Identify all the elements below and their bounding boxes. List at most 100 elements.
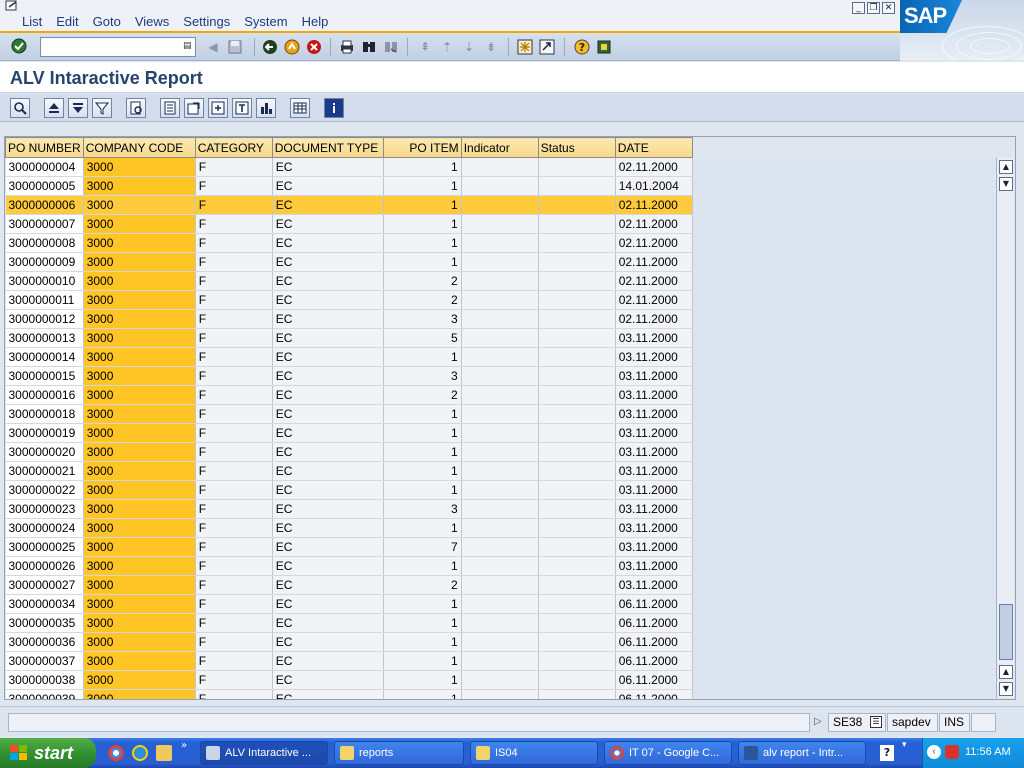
- cell-company-code[interactable]: 3000: [83, 518, 196, 538]
- cell-category[interactable]: F: [195, 480, 273, 500]
- cell-indicator[interactable]: [461, 537, 539, 557]
- cell-company-code[interactable]: 3000: [83, 404, 196, 424]
- cell-po-item[interactable]: 2: [383, 290, 462, 310]
- cell-document-type[interactable]: EC: [272, 670, 384, 690]
- system-info-icon[interactable]: ☰: [870, 716, 882, 728]
- cell-po-item[interactable]: 1: [383, 594, 462, 614]
- cell-po-item[interactable]: 3: [383, 499, 462, 519]
- column-header-status[interactable]: Status: [537, 137, 616, 158]
- cell-indicator[interactable]: [461, 556, 539, 576]
- cell-category[interactable]: F: [195, 252, 273, 272]
- cell-status[interactable]: [538, 480, 616, 500]
- cell-document-type[interactable]: EC: [272, 290, 384, 310]
- export-spreadsheet-icon[interactable]: [160, 98, 180, 118]
- cell-indicator[interactable]: [461, 575, 539, 595]
- cell-indicator[interactable]: [461, 461, 539, 481]
- command-field[interactable]: ▤: [40, 37, 196, 57]
- cell-document-type[interactable]: EC: [272, 328, 384, 348]
- cell-indicator[interactable]: [461, 613, 539, 633]
- cell-company-code[interactable]: 3000: [83, 366, 196, 386]
- cell-po-item[interactable]: 1: [383, 518, 462, 538]
- cell-category[interactable]: F: [195, 347, 273, 367]
- previous-arrow-icon[interactable]: ◀: [204, 38, 222, 56]
- cell-category[interactable]: F: [195, 651, 273, 671]
- menu-settings[interactable]: Settings: [183, 14, 230, 29]
- cell-document-type[interactable]: EC: [272, 195, 384, 215]
- language-bar-icon[interactable]: ?: [880, 745, 894, 761]
- information-icon[interactable]: [324, 98, 344, 118]
- cell-po-number[interactable]: 3000000013: [5, 328, 84, 348]
- cell-company-code[interactable]: 3000: [83, 347, 196, 367]
- cell-indicator[interactable]: [461, 385, 539, 405]
- cell-document-type[interactable]: EC: [272, 252, 384, 272]
- cell-indicator[interactable]: [461, 157, 539, 177]
- cell-category[interactable]: F: [195, 689, 273, 699]
- cell-status[interactable]: [538, 271, 616, 291]
- cell-document-type[interactable]: EC: [272, 594, 384, 614]
- table-row[interactable]: 3000000013 3000 F EC 5 03.11.2000: [5, 328, 693, 348]
- cell-status[interactable]: [538, 632, 616, 652]
- cell-document-type[interactable]: EC: [272, 442, 384, 462]
- sort-descending-icon[interactable]: [68, 98, 88, 118]
- cell-category[interactable]: F: [195, 461, 273, 481]
- cell-indicator[interactable]: [461, 176, 539, 196]
- customize-layout-icon[interactable]: [595, 38, 613, 56]
- table-row[interactable]: 3000000015 3000 F EC 3 03.11.2000: [5, 366, 693, 386]
- cell-po-item[interactable]: 3: [383, 309, 462, 329]
- cell-po-item[interactable]: 1: [383, 461, 462, 481]
- cell-indicator[interactable]: [461, 195, 539, 215]
- table-row[interactable]: 3000000024 3000 F EC 1 03.11.2000: [5, 518, 693, 538]
- cell-status[interactable]: [538, 347, 616, 367]
- cell-po-number[interactable]: 3000000012: [5, 309, 84, 329]
- cell-indicator[interactable]: [461, 651, 539, 671]
- cell-po-item[interactable]: 1: [383, 347, 462, 367]
- transaction-code[interactable]: SE38 ☰: [828, 713, 886, 732]
- outlook-express-icon[interactable]: [156, 745, 172, 761]
- table-row[interactable]: 3000000025 3000 F EC 7 03.11.2000: [5, 537, 693, 557]
- cell-status[interactable]: [538, 518, 616, 538]
- last-page-icon[interactable]: ⇟: [482, 38, 500, 56]
- table-row[interactable]: 3000000026 3000 F EC 1 03.11.2000: [5, 556, 693, 576]
- cell-company-code[interactable]: 3000: [83, 461, 196, 481]
- cell-indicator[interactable]: [461, 670, 539, 690]
- cell-date[interactable]: 14.01.2004: [615, 176, 693, 196]
- column-header-document-type[interactable]: DOCUMENT TYPE: [271, 137, 384, 158]
- cell-indicator[interactable]: [461, 518, 539, 538]
- cell-company-code[interactable]: 3000: [83, 442, 196, 462]
- cell-indicator[interactable]: [461, 214, 539, 234]
- cell-po-number[interactable]: 3000000005: [5, 176, 84, 196]
- cell-status[interactable]: [538, 689, 616, 699]
- cell-document-type[interactable]: EC: [272, 214, 384, 234]
- cell-category[interactable]: F: [195, 366, 273, 386]
- cell-indicator[interactable]: [461, 290, 539, 310]
- shortcut-icon[interactable]: [538, 38, 556, 56]
- cell-company-code[interactable]: 3000: [83, 385, 196, 405]
- task-alv-report[interactable]: ALV Intaractive ...: [200, 741, 328, 765]
- print-preview-icon[interactable]: [126, 98, 146, 118]
- column-header-indicator[interactable]: Indicator: [460, 137, 539, 158]
- cell-company-code[interactable]: 3000: [83, 689, 196, 699]
- cell-po-item[interactable]: 1: [383, 214, 462, 234]
- cell-document-type[interactable]: EC: [272, 157, 384, 177]
- cell-category[interactable]: F: [195, 537, 273, 557]
- column-header-company-code[interactable]: COMPANY CODE: [82, 137, 196, 158]
- cell-po-item[interactable]: 1: [383, 556, 462, 576]
- table-row[interactable]: 3000000007 3000 F EC 1 02.11.2000: [5, 214, 693, 234]
- cell-po-number[interactable]: 3000000023: [5, 499, 84, 519]
- cell-po-number[interactable]: 3000000011: [5, 290, 84, 310]
- menu-goto[interactable]: Goto: [93, 14, 121, 29]
- cell-indicator[interactable]: [461, 366, 539, 386]
- cell-po-number[interactable]: 3000000024: [5, 518, 84, 538]
- cell-date[interactable]: 03.11.2000: [615, 385, 693, 405]
- table-row[interactable]: 3000000020 3000 F EC 1 03.11.2000: [5, 442, 693, 462]
- cell-indicator[interactable]: [461, 442, 539, 462]
- cell-po-number[interactable]: 3000000021: [5, 461, 84, 481]
- cell-po-number[interactable]: 3000000007: [5, 214, 84, 234]
- cell-company-code[interactable]: 3000: [83, 195, 196, 215]
- cell-category[interactable]: F: [195, 670, 273, 690]
- cell-date[interactable]: 03.11.2000: [615, 366, 693, 386]
- cell-document-type[interactable]: EC: [272, 271, 384, 291]
- task-reports[interactable]: reports: [334, 741, 464, 765]
- cell-category[interactable]: F: [195, 423, 273, 443]
- cell-indicator[interactable]: [461, 309, 539, 329]
